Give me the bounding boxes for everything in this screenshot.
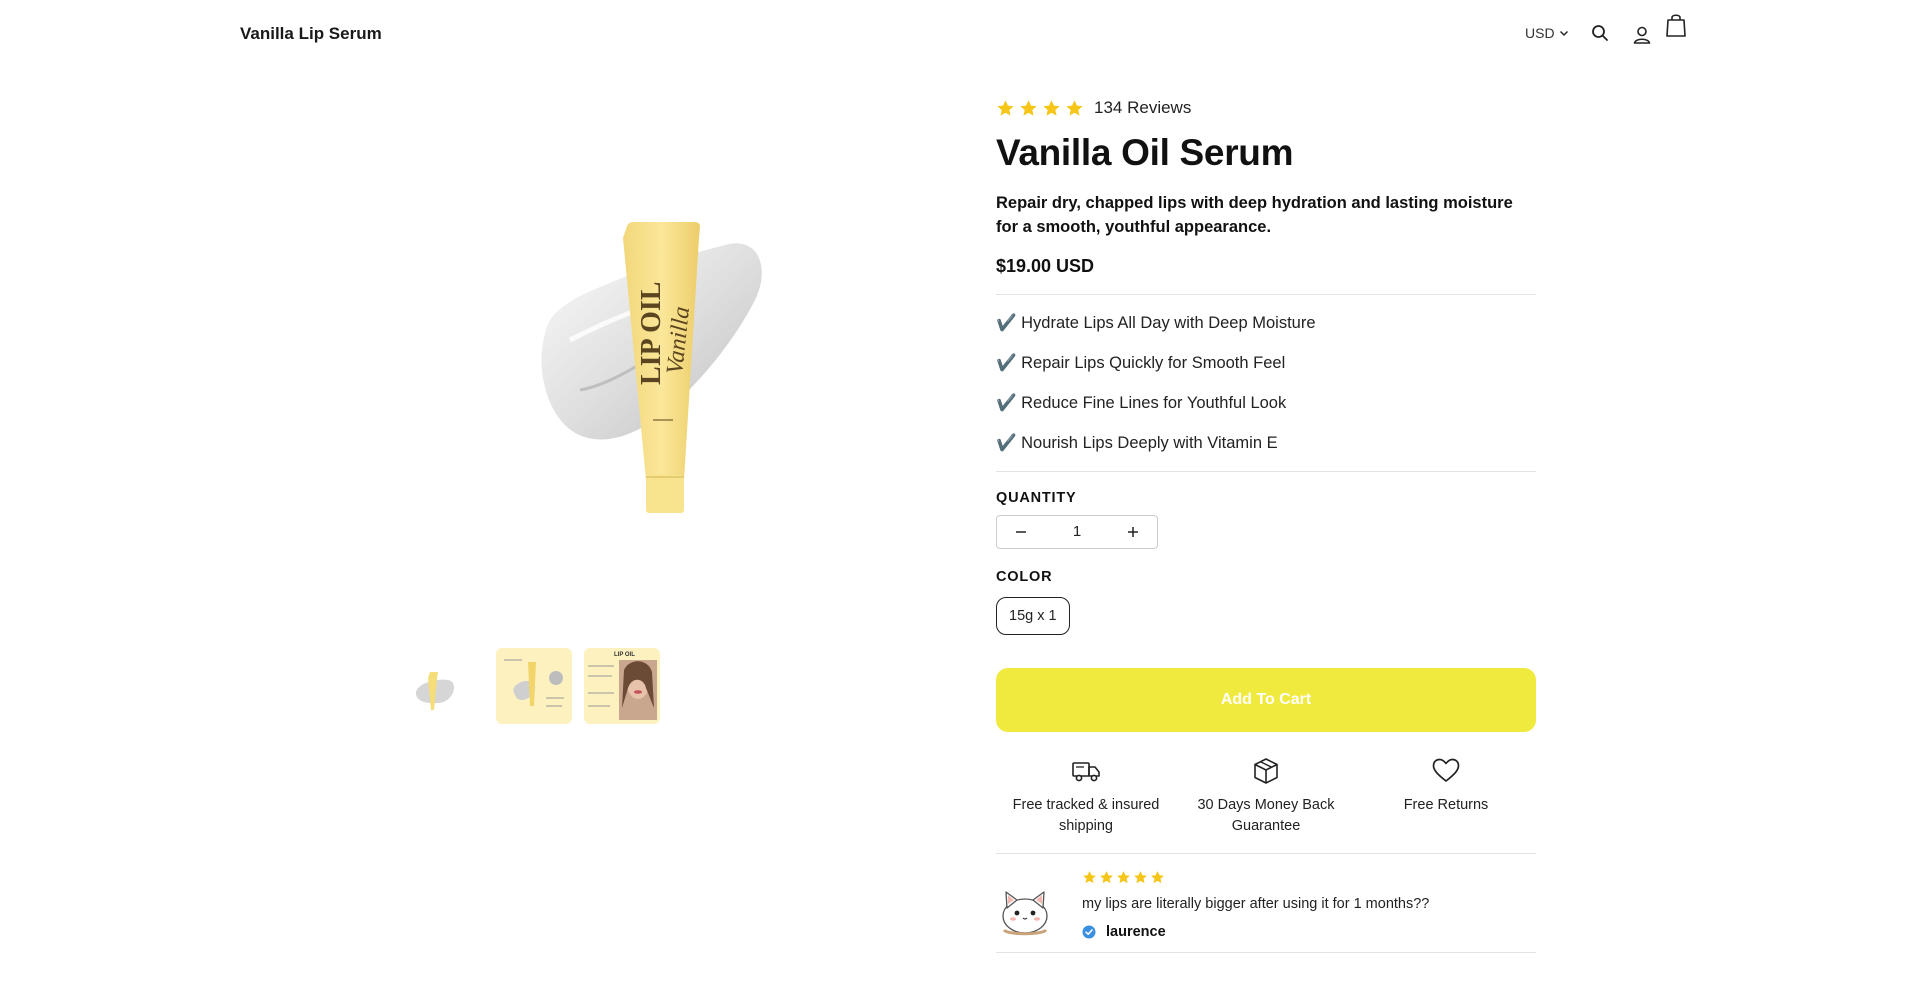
currency-selector[interactable]: USD — [1525, 25, 1569, 41]
star-icon — [997, 99, 1014, 116]
site-header: Vanilla Lip Serum USD — [0, 0, 1920, 68]
product-title: Vanilla Oil Serum — [996, 132, 1294, 173]
benefits-list: ✔️ Hydrate Lips All Day with Deep Moistu… — [996, 295, 1536, 471]
feature-text: Free Returns — [1403, 796, 1489, 813]
thumbnail-details[interactable] — [496, 648, 572, 724]
cart-icon[interactable] — [1664, 12, 1688, 38]
star-icon — [1134, 870, 1147, 883]
benefit-item: ✔️ Repair Lips Quickly for Smooth Feel — [996, 353, 1286, 372]
rating-summary[interactable]: 134 Reviews — [996, 96, 1536, 120]
product-subtitle: Repair dry, chapped lips with deep hydra… — [996, 193, 1513, 236]
benefit-item: ✔️ Reduce Fine Lines for Youthful Look — [996, 393, 1287, 412]
review-rating — [1082, 870, 1429, 886]
feature-guarantee: 30 Days Money Back Guarantee — [1176, 757, 1356, 837]
star-icon — [1043, 99, 1060, 116]
reviews-count: 134 Reviews — [1094, 98, 1192, 117]
divider — [996, 951, 1536, 953]
truck-icon — [1072, 761, 1100, 781]
box-icon — [1254, 757, 1278, 784]
search-icon[interactable] — [1589, 22, 1611, 44]
star-icon — [1066, 99, 1083, 116]
quantity-input[interactable]: 1 — [1052, 523, 1102, 540]
star-icon — [1020, 99, 1037, 116]
benefit-item: ✔️ Nourish Lips Deeply with Vitamin E — [996, 433, 1278, 452]
quantity-label: QUANTITY — [996, 489, 1077, 506]
review-body: my lips are literally bigger after using… — [1082, 870, 1429, 940]
minus-icon — [1016, 530, 1026, 533]
heart-icon — [1432, 758, 1460, 782]
reviewer-name: laurence — [1106, 923, 1166, 940]
plus-icon — [1128, 526, 1138, 537]
star-icon — [1100, 870, 1113, 883]
verified-icon — [1082, 925, 1096, 939]
features-row: Free tracked & insured shipping 30 Days … — [996, 757, 1536, 837]
chevron-down-icon — [1559, 31, 1568, 36]
reviewer: laurence — [1082, 924, 1429, 940]
star-icon — [1117, 870, 1130, 883]
feature-returns: Free Returns — [1356, 757, 1536, 837]
brand-logo[interactable]: Vanilla Lip Serum — [240, 24, 382, 44]
product-main-image[interactable]: LIP OIL Vanilla — [520, 190, 780, 520]
star-icon — [1151, 870, 1164, 883]
thumbnail-strip: LIP OIL — [408, 648, 660, 724]
thumbnail-product[interactable] — [408, 648, 484, 724]
avatar — [996, 880, 1054, 938]
product-info: 134 Reviews Vanilla Oil Serum Repair dry… — [996, 96, 1536, 953]
star-icon — [1083, 870, 1096, 883]
add-to-cart-button[interactable]: Add To Cart — [996, 667, 1536, 732]
quantity-increase-button[interactable] — [1109, 516, 1157, 548]
benefit-item: ✔️ Hydrate Lips All Day with Deep Moistu… — [996, 313, 1316, 332]
feature-text: 30 Days Money Back Guarantee — [1197, 796, 1335, 834]
color-label: COLOR — [996, 568, 1053, 585]
color-option-15g[interactable]: 15g x 1 — [996, 596, 1070, 635]
account-icon[interactable] — [1631, 24, 1653, 46]
currency-label: USD — [1525, 25, 1555, 41]
divider — [996, 470, 1536, 472]
thumbnail-model[interactable]: LIP OIL — [584, 648, 660, 724]
quantity-stepper: 1 — [996, 514, 1158, 549]
quantity-decrease-button[interactable] — [997, 516, 1045, 548]
feature-shipping: Free tracked & insured shipping — [996, 757, 1176, 837]
thumbnail-caption: LIP OIL — [614, 652, 635, 658]
review-text: my lips are literally bigger after using… — [1082, 895, 1430, 912]
feature-text: Free tracked & insured shipping — [1012, 796, 1160, 834]
product-price: $19.00 USD — [996, 255, 1095, 276]
review-card: my lips are literally bigger after using… — [996, 854, 1536, 952]
